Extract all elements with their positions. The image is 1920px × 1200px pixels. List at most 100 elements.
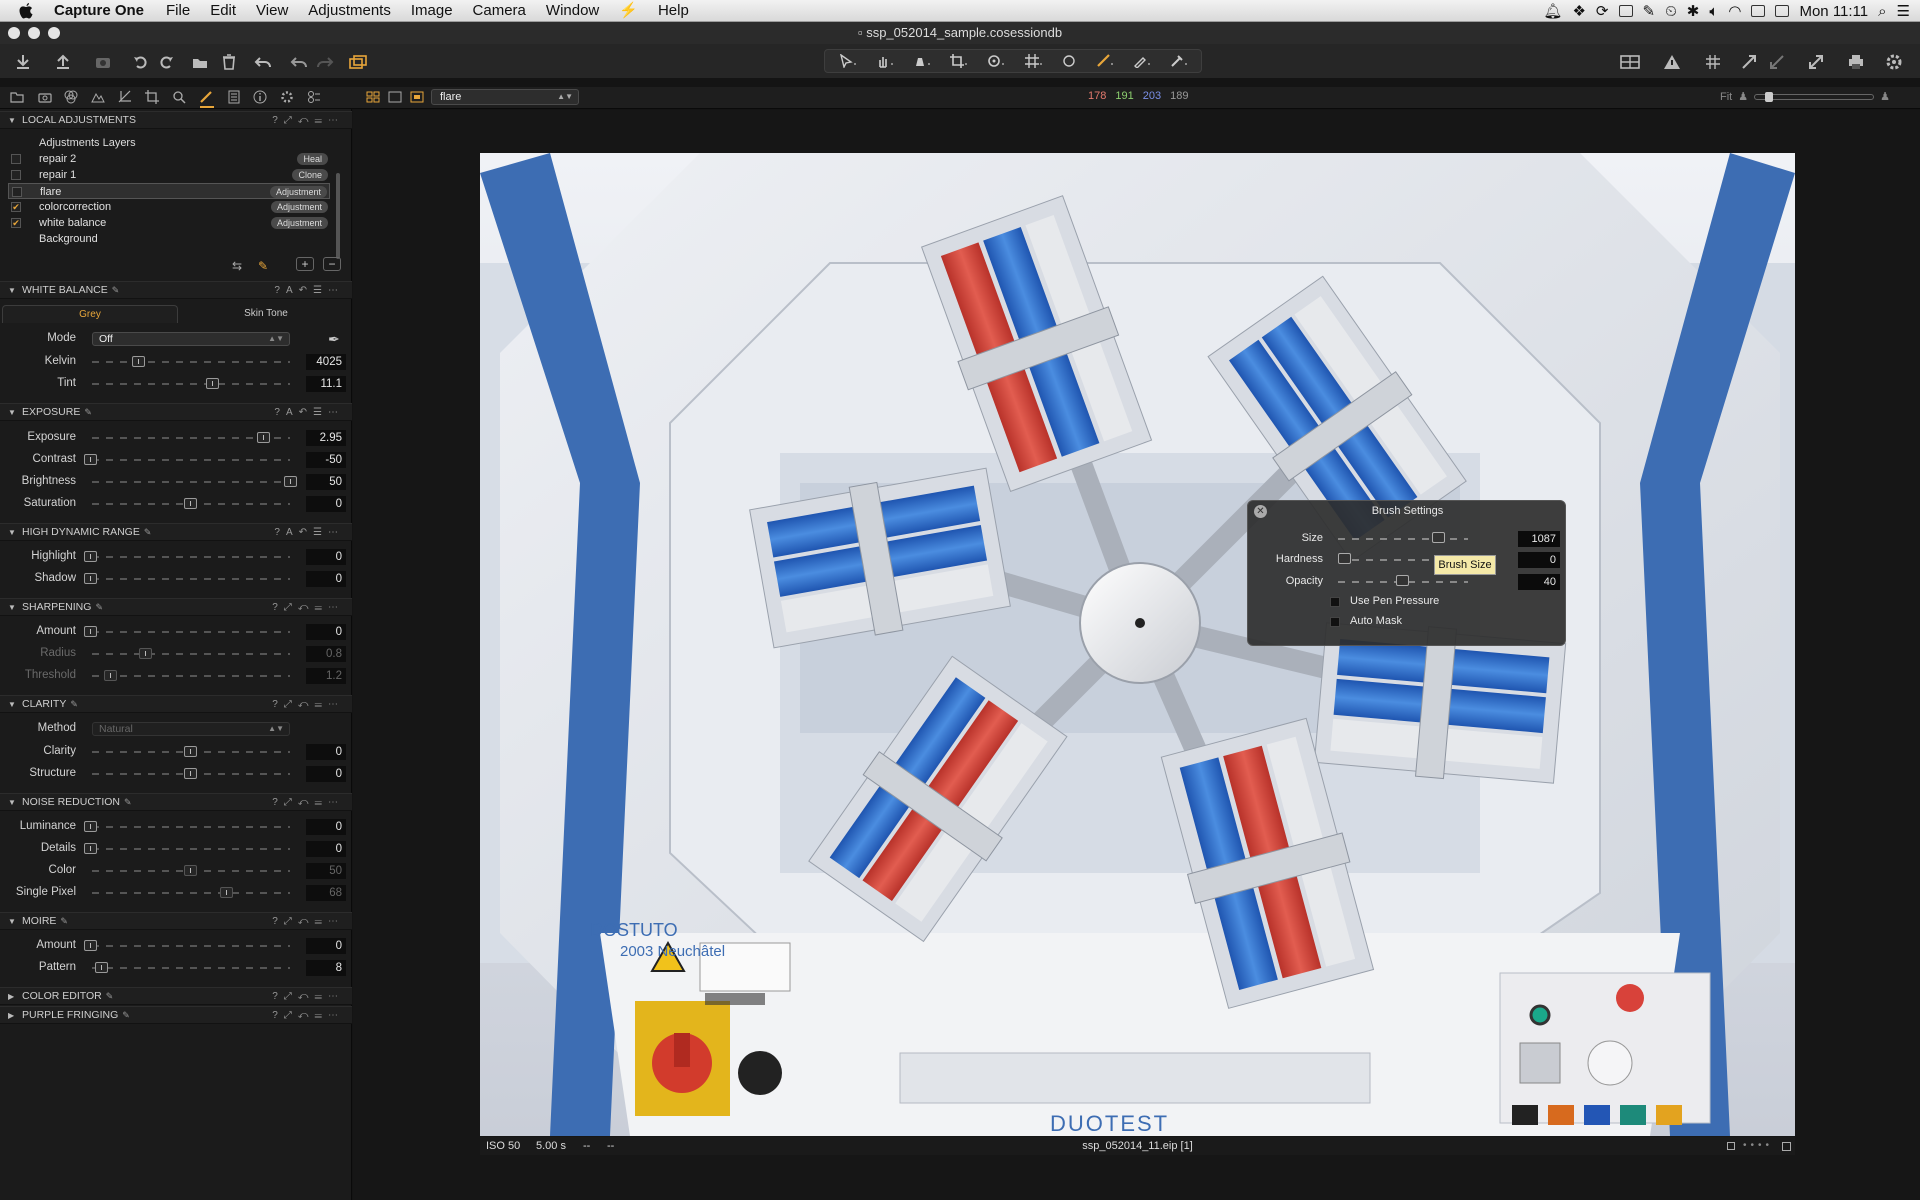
size-value[interactable]: 1087 (1518, 531, 1560, 547)
grid-icon[interactable] (1702, 51, 1724, 73)
display-icon[interactable] (1618, 5, 1633, 17)
section-controls[interactable]: ?A↶☰⋯ (274, 282, 344, 299)
notification-icon[interactable]: ☰ (1897, 2, 1910, 20)
zoom-slider[interactable] (1754, 91, 1875, 102)
rotate-left-icon[interactable] (130, 51, 152, 73)
menu-help[interactable]: Help (648, 0, 699, 22)
batch-tab-icon[interactable] (306, 89, 322, 105)
slider-track[interactable] (92, 848, 290, 850)
rotate-right-icon[interactable] (155, 51, 177, 73)
collapse-triangle-icon[interactable]: ▼ (8, 112, 16, 129)
tab-skin-tone[interactable]: Skin Tone (180, 305, 352, 323)
clarity-value[interactable]: 0 (306, 744, 346, 760)
preferences-icon[interactable] (1883, 51, 1905, 73)
local-adjustments-header[interactable]: ▼ LOCAL ADJUSTMENTS ?⤢↶☰⋯ (0, 111, 352, 129)
slider-handle[interactable] (84, 626, 97, 637)
apple-icon[interactable] (0, 0, 52, 22)
noise-reduction-header[interactable]: ▼ NOISE REDUCTION ✎ ?⤢↶☰⋯ (0, 793, 352, 811)
layer-checkbox[interactable] (12, 187, 22, 197)
trash-icon[interactable] (218, 51, 240, 73)
tab-grey[interactable]: Grey (2, 305, 178, 323)
details-value[interactable]: 0 (306, 841, 346, 857)
layer-item[interactable]: repair 2 Heal (8, 151, 330, 167)
checkbox-box[interactable] (1330, 597, 1340, 607)
auto-mask-checkbox[interactable]: Auto Mask (1330, 614, 1630, 630)
output-tab-icon[interactable] (279, 89, 295, 105)
shadow-value[interactable]: 0 (306, 571, 346, 587)
slider-track[interactable] (92, 675, 290, 677)
spot-removal-tool-icon[interactable] (1062, 54, 1076, 68)
exposure-value[interactable]: 2.95 (306, 430, 346, 446)
layers-scrollbar[interactable] (336, 173, 340, 259)
slider-track[interactable] (92, 383, 290, 385)
slider-handle[interactable] (84, 940, 97, 951)
wifi-icon[interactable]: ◠ (1728, 2, 1741, 20)
rotate-tool-icon[interactable] (987, 54, 1005, 68)
app-menu[interactable]: Capture One (52, 0, 156, 22)
clock[interactable]: Mon 11:11 (1799, 3, 1868, 20)
rating-box[interactable] (1727, 1142, 1735, 1150)
single-view-icon[interactable] (387, 89, 403, 105)
exposure-tab-icon[interactable] (90, 89, 106, 105)
keyboard-icon[interactable] (1751, 5, 1766, 17)
layer-item-background[interactable]: Background (8, 231, 330, 247)
kelvin-value[interactable]: 4025 (306, 354, 346, 370)
menu-image[interactable]: Image (401, 0, 463, 22)
radius-value[interactable]: 0.8 (306, 646, 346, 662)
brightness-value[interactable]: 50 (306, 474, 346, 490)
amount-value[interactable]: 0 (306, 624, 346, 640)
add-layer-button[interactable]: + (296, 257, 314, 271)
print-icon[interactable] (1845, 51, 1867, 73)
luminance-value[interactable]: 0 (306, 819, 346, 835)
pan-tool-icon[interactable] (876, 54, 894, 68)
slider-handle[interactable] (257, 432, 270, 443)
collapse-triangle-icon[interactable]: ▼ (8, 524, 16, 541)
wb-mode-select[interactable]: Off ▲▼ (92, 332, 290, 346)
slider-handle[interactable] (184, 768, 197, 779)
collapse-triangle-icon[interactable]: ▼ (8, 696, 16, 713)
tint-value[interactable]: 11.1 (306, 376, 346, 392)
copy-apply-icon[interactable] (348, 51, 370, 73)
slider-handle[interactable] (84, 551, 97, 562)
hdr-header[interactable]: ▼ HIGH DYNAMIC RANGE ✎ ?A↶☰⋯ (0, 523, 352, 541)
select-tool-icon[interactable] (839, 54, 857, 68)
section-controls[interactable]: ?⤢↶☰⋯ (272, 696, 344, 713)
sync-icon[interactable]: ⟳ (1596, 2, 1609, 20)
slider-handle[interactable] (132, 356, 145, 367)
slider-handle[interactable] (84, 843, 97, 854)
layer-brush-icon[interactable]: ✎ (258, 259, 268, 273)
proof-icon[interactable] (1738, 51, 1760, 73)
clarity-method-select[interactable]: Natural ▲▼ (92, 722, 290, 736)
slider-handle[interactable] (1396, 575, 1409, 586)
slider-handle[interactable] (206, 378, 219, 389)
section-controls[interactable]: ?⤢↶☰⋯ (272, 988, 344, 1005)
expand-triangle-icon[interactable]: ▶ (8, 988, 14, 1005)
collapse-triangle-icon[interactable]: ▼ (8, 404, 16, 421)
collapse-triangle-icon[interactable]: ▼ (8, 599, 16, 616)
slider-track[interactable] (92, 556, 290, 558)
section-controls[interactable]: ?A↶☰⋯ (274, 404, 344, 421)
lens-tab-icon[interactable] (117, 89, 133, 105)
section-controls[interactable]: ?A↶☰⋯ (274, 524, 344, 541)
section-controls[interactable]: ?⤢↶☰⋯ (272, 1007, 344, 1024)
section-controls[interactable]: ?⤢↶☰⋯ (272, 112, 344, 129)
single-pixel-value[interactable]: 68 (306, 885, 346, 901)
full-screen-icon[interactable] (1766, 51, 1788, 73)
keystone-tool-icon[interactable] (1024, 54, 1042, 68)
fit-label[interactable]: Fit (1720, 91, 1732, 103)
adjustments-tab-icon[interactable] (226, 89, 242, 105)
slider-track[interactable] (92, 945, 290, 947)
slider-handle[interactable] (84, 821, 97, 832)
layer-select[interactable]: flare ▲▼ (431, 89, 579, 105)
slider-track[interactable] (1338, 538, 1468, 540)
bluetooth-icon[interactable]: ✱ (1687, 2, 1700, 20)
copy-adjust-tool-icon[interactable] (1170, 54, 1187, 68)
structure-value[interactable]: 0 (306, 766, 346, 782)
slider-track[interactable] (92, 653, 290, 655)
slider-handle[interactable] (184, 865, 197, 876)
slider-handle[interactable] (284, 476, 297, 487)
rating-dots[interactable]: •••• (1743, 1137, 1773, 1155)
clarity-header[interactable]: ▼ CLARITY ✎ ?⤢↶☰⋯ (0, 695, 352, 713)
color-tag-icon[interactable] (1782, 1142, 1791, 1151)
slider-handle[interactable] (184, 746, 197, 757)
